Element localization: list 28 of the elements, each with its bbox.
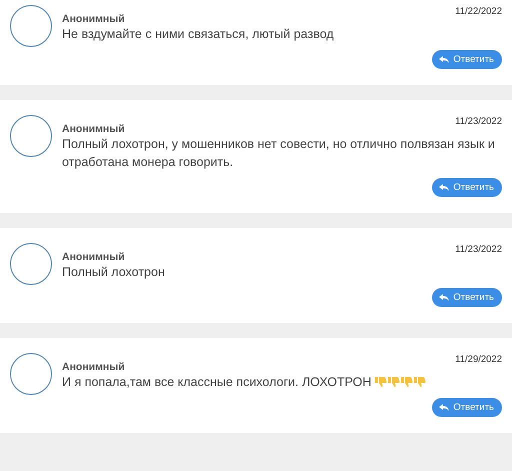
reply-button[interactable]: Ответить xyxy=(432,178,502,197)
reply-arrow-icon xyxy=(439,56,450,64)
author-name: Анонимный xyxy=(62,251,125,263)
comment-date: 11/22/2022 xyxy=(455,6,502,17)
author-name: Анонимный xyxy=(62,13,125,25)
comment-date: 11/29/2022 xyxy=(455,354,502,365)
author-name: Анонимный xyxy=(62,123,125,135)
comment-text: Полный лохотрон, у мошенников нет совести, но отлично полвязан язык и отработана монера говорить. xyxy=(62,137,495,169)
reply-button[interactable]: Ответить xyxy=(432,50,502,69)
comment-text: Полный лохотрон xyxy=(62,265,165,279)
avatar-icon xyxy=(10,243,52,285)
reply-button[interactable]: Ответить xyxy=(432,398,502,417)
reply-arrow-icon xyxy=(439,294,450,302)
avatar-icon xyxy=(10,115,52,157)
thumbs-down-icon xyxy=(387,375,400,388)
avatar-icon xyxy=(10,353,52,395)
author-name: Анонимный xyxy=(62,361,125,373)
avatar-icon xyxy=(10,5,52,47)
thumbs-down-icon xyxy=(413,375,426,388)
comment-date: 11/23/2022 xyxy=(455,244,502,255)
thumbs-down-icon xyxy=(374,375,388,388)
reply-arrow-icon xyxy=(439,184,450,192)
thumbs-down-icon xyxy=(400,375,414,388)
reply-button[interactable]: Ответить xyxy=(432,288,502,307)
reply-arrow-icon xyxy=(439,404,450,412)
comment-text: Не вздумайте с ними связаться, лютый развод xyxy=(62,27,334,41)
comment-text: И я попала,там все классные психологи. ЛОХОТРОН xyxy=(62,375,372,389)
comment-date: 11/23/2022 xyxy=(455,116,502,127)
